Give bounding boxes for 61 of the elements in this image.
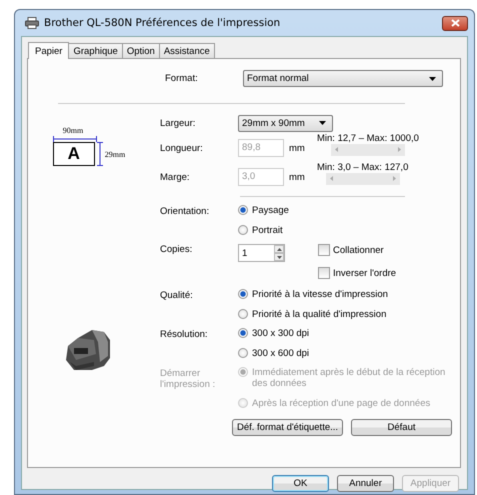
copies-spinbox[interactable]: 1	[238, 244, 285, 262]
down-arrow-icon	[276, 256, 282, 258]
right-arrow-icon	[398, 147, 401, 152]
radio-label: Après la réception d'une page de données	[252, 398, 430, 409]
window-title: Brother QL-580N Préférences de l'impression	[44, 17, 280, 29]
close-icon	[450, 19, 460, 27]
close-button[interactable]	[442, 16, 468, 30]
field-label: Démarrer l'impression :	[160, 367, 216, 390]
printer-icon	[25, 17, 39, 29]
radio-label: Immédiatement après le début de la réception des données	[252, 367, 446, 389]
field-label: Orientation:	[160, 205, 210, 217]
panel-button[interactable]: Déf. format d'étiquette...	[232, 419, 343, 436]
tab[interactable]: Option	[122, 43, 160, 58]
tab[interactable]: Papier	[28, 42, 70, 59]
field-label: Format:	[165, 73, 199, 84]
radio-button[interactable]	[238, 328, 248, 338]
panel-button[interactable]: Défaut	[351, 419, 452, 436]
field-label: Qualité:	[160, 289, 194, 301]
radio-label: 300 x 600 dpi	[252, 348, 310, 359]
slider-bar[interactable]	[326, 172, 400, 184]
label-preview: A	[52, 142, 95, 166]
slider-bar[interactable]	[330, 144, 405, 156]
radio-label: Priorité à la vitesse d'impression	[252, 289, 388, 300]
right-arrow-icon	[392, 176, 396, 181]
left-arrow-icon	[330, 176, 333, 181]
width-arrow-icon	[52, 136, 97, 142]
field-label: Longueur:	[160, 142, 204, 154]
radio-button[interactable]	[238, 205, 248, 215]
field-label: Largeur:	[160, 118, 196, 128]
field-label: Marge:	[160, 172, 191, 182]
checkbox-label: Collationner	[333, 244, 384, 256]
radio-label: 300 x 300 dpi	[252, 328, 310, 339]
unit-label: mm	[289, 142, 306, 154]
caret-icon	[319, 121, 326, 125]
dialog-button[interactable]: Annuler	[337, 475, 394, 492]
range-label: Min: 12,7 – Max: 1000,0	[317, 132, 419, 144]
radio-label: Paysage	[252, 205, 289, 216]
radio-label: Priorité à la qualité d'impression	[252, 309, 386, 320]
up-arrow-icon	[276, 248, 282, 250]
range-label: Min: 3,0 – Max: 127,0	[317, 162, 408, 172]
radio-label: Portrait	[252, 225, 283, 236]
field-label: Copies:	[160, 244, 194, 255]
tab[interactable]: Assistance	[158, 43, 215, 58]
tab[interactable]: Graphique	[68, 43, 123, 58]
checkbox-label: Inverser l'ordre	[333, 268, 396, 278]
radio-button[interactable]	[238, 289, 248, 299]
width-dropdown[interactable]: 29mm x 90mm	[238, 114, 333, 132]
unit-label: mm	[289, 172, 306, 182]
field-label: Résolution:	[160, 328, 209, 340]
height-arrow-icon	[96, 142, 103, 166]
format-dropdown[interactable]: Format normal	[243, 70, 443, 87]
dialog-button[interactable]: OK	[272, 475, 329, 492]
radio-button[interactable]	[238, 348, 248, 358]
checkbox[interactable]	[318, 244, 330, 256]
left-arrow-icon	[334, 147, 338, 152]
height-label: 29mm	[104, 150, 126, 158]
checkbox[interactable]	[318, 267, 330, 279]
caret-icon	[429, 76, 436, 80]
radio-button[interactable]	[238, 225, 248, 235]
radio-button[interactable]	[238, 309, 248, 319]
width-label: 90mm	[62, 126, 84, 135]
